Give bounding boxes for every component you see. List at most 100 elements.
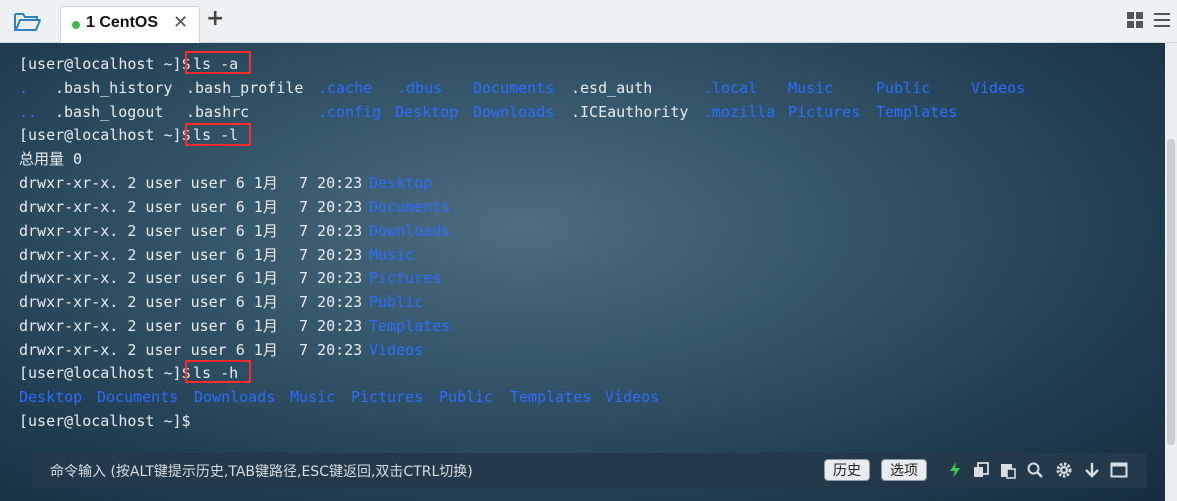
long-listing-row: drwxr-xr-x. 2 user user 6 1月 7 20:23 Pic… <box>19 266 441 290</box>
dir-entry: .local <box>703 79 758 97</box>
listing-line: . .bash_history .bash_profile .cache .db… <box>19 76 1025 100</box>
long-listing-row: drwxr-xr-x. 2 user user 6 1月 7 20:23 Vid… <box>19 338 423 362</box>
options-button[interactable]: 选项 <box>881 459 927 481</box>
command-input[interactable]: 命令输入 (按ALT键提示历史,TAB键路径,ESC键返回,双击CTRL切换) <box>50 461 473 481</box>
dir-entry: Pictures <box>788 103 861 121</box>
dir-entry: Desktop <box>369 174 433 192</box>
add-tab-button[interactable]: + <box>206 6 224 31</box>
file-entry: .esd_auth <box>571 79 653 97</box>
download-arrow-icon[interactable] <box>1083 461 1101 479</box>
total-line: 总用量 0 <box>19 147 82 171</box>
dir-entry: Music <box>788 79 834 97</box>
dir-entry: Desktop <box>19 388 83 406</box>
paste-icon[interactable] <box>999 461 1017 479</box>
perm-text: drwxr-xr-x. 2 user user 6 1月 <box>19 317 278 335</box>
file-entry: .ICEauthority <box>571 103 689 121</box>
perm-text: drwxr-xr-x. 2 user user 6 1月 <box>19 174 278 192</box>
dir-entry: Documents <box>473 79 555 97</box>
command-input-bar[interactable]: 命令输入 (按ALT键提示历史,TAB键路径,ESC键返回,双击CTRL切换) … <box>32 453 1147 488</box>
dir-entry: . <box>19 79 29 97</box>
layout-grid-icon[interactable] <box>1126 11 1144 29</box>
dir-entry: Public <box>439 388 494 406</box>
prompt-line: [user@localhost ~]$ ls -a <box>19 52 238 76</box>
tab-bar: 1 CentOS ✕ + <box>0 0 1177 43</box>
scroll-thumb[interactable] <box>1167 139 1175 445</box>
dir-entry: Templates <box>369 317 451 335</box>
prompt-text: [user@localhost ~]$ <box>19 55 191 73</box>
tab-centos[interactable]: 1 CentOS ✕ <box>60 6 200 43</box>
status-dot <box>72 21 80 29</box>
dir-entry: .config <box>318 103 382 121</box>
dir-entry: .mozilla <box>703 103 776 121</box>
highlight-box <box>185 360 251 383</box>
long-listing-row: drwxr-xr-x. 2 user user 6 1月 7 20:23 Pub… <box>19 290 423 314</box>
lightning-icon[interactable] <box>946 461 964 479</box>
dir-entry: Videos <box>605 388 660 406</box>
dir-entry: Music <box>369 246 415 264</box>
perm-text: drwxr-xr-x. 2 user user 6 1月 <box>19 222 278 240</box>
long-listing-row: drwxr-xr-x. 2 user user 6 1月 7 20:23 Tem… <box>19 314 450 338</box>
time-text: 7 20:23 <box>299 317 363 335</box>
dir-entry: Pictures <box>351 388 424 406</box>
perm-text: drwxr-xr-x. 2 user user 6 1月 <box>19 341 278 359</box>
file-entry: .bash_logout <box>55 103 164 121</box>
perm-text: drwxr-xr-x. 2 user user 6 1月 <box>19 293 278 311</box>
dir-entry: Public <box>369 293 424 311</box>
close-icon[interactable]: ✕ <box>173 12 188 33</box>
long-listing-row: drwxr-xr-x. 2 user user 6 1月 7 20:23 Dow… <box>19 219 450 243</box>
long-listing-row: drwxr-xr-x. 2 user user 6 1月 7 20:23 Doc… <box>19 195 450 219</box>
time-text: 7 20:23 <box>299 293 363 311</box>
listing-line: .. .bash_logout .bashrc .config Desktop … <box>19 100 957 124</box>
dir-entry: Downloads <box>473 103 555 121</box>
highlight-box <box>185 51 251 74</box>
prompt-text: [user@localhost ~]$ <box>19 126 191 144</box>
folder-open-icon[interactable] <box>12 8 42 34</box>
dir-entry: Downloads <box>369 222 451 240</box>
window-icon[interactable] <box>1110 461 1128 479</box>
scrollbar[interactable] <box>1165 43 1177 501</box>
dir-entry: Music <box>290 388 336 406</box>
dir-entry: .cache <box>318 79 373 97</box>
hamburger-menu-icon[interactable] <box>1153 11 1171 29</box>
time-text: 7 20:23 <box>299 198 363 216</box>
file-entry: .bash_history <box>55 79 173 97</box>
dir-entry: .dbus <box>397 79 443 97</box>
dir-entry: Public <box>876 79 931 97</box>
prompt-text: [user@localhost ~]$ <box>19 364 191 382</box>
perm-text: drwxr-xr-x. 2 user user 6 1月 <box>19 269 278 287</box>
gear-icon[interactable] <box>1055 461 1073 479</box>
dir-entry: Downloads <box>194 388 276 406</box>
prompt-text: [user@localhost ~]$ <box>19 412 191 430</box>
file-entry: .bash_profile <box>186 79 304 97</box>
history-button[interactable]: 历史 <box>824 459 870 481</box>
dir-entry: Templates <box>876 103 958 121</box>
dir-entry: Documents <box>369 198 451 216</box>
dir-entry: Templates <box>510 388 592 406</box>
highlight-box <box>185 123 251 146</box>
copy-icon[interactable] <box>972 461 990 479</box>
tab-label: 1 CentOS <box>86 14 159 31</box>
time-text: 7 20:23 <box>299 174 363 192</box>
long-listing-row: drwxr-xr-x. 2 user user 6 1月 7 20:23 Des… <box>19 171 432 195</box>
listing-line: Desktop Documents Downloads Music Pictur… <box>19 385 659 409</box>
prompt-line: [user@localhost ~]$ <box>19 409 191 433</box>
time-text: 7 20:23 <box>299 269 363 287</box>
dir-entry: Videos <box>369 341 424 359</box>
dir-entry: Documents <box>97 388 179 406</box>
perm-text: drwxr-xr-x. 2 user user 6 1月 <box>19 198 278 216</box>
dir-entry: .. <box>19 103 38 121</box>
total-text: 总用量 0 <box>19 150 83 168</box>
search-icon[interactable] <box>1026 461 1044 479</box>
dir-entry: Desktop <box>395 103 459 121</box>
time-text: 7 20:23 <box>299 222 363 240</box>
time-text: 7 20:23 <box>299 246 363 264</box>
prompt-line: [user@localhost ~]$ ls -h <box>19 361 238 385</box>
terminal-output[interactable]: [user@localhost ~]$ ls -a . .bash_histor… <box>0 43 1165 501</box>
long-listing-row: drwxr-xr-x. 2 user user 6 1月 7 20:23 Mus… <box>19 243 414 267</box>
perm-text: drwxr-xr-x. 2 user user 6 1月 <box>19 246 278 264</box>
dir-entry: Pictures <box>369 269 442 287</box>
dir-entry: Videos <box>971 79 1026 97</box>
time-text: 7 20:23 <box>299 341 363 359</box>
prompt-line: [user@localhost ~]$ ls -l <box>19 123 238 147</box>
file-entry: .bashrc <box>186 103 250 121</box>
